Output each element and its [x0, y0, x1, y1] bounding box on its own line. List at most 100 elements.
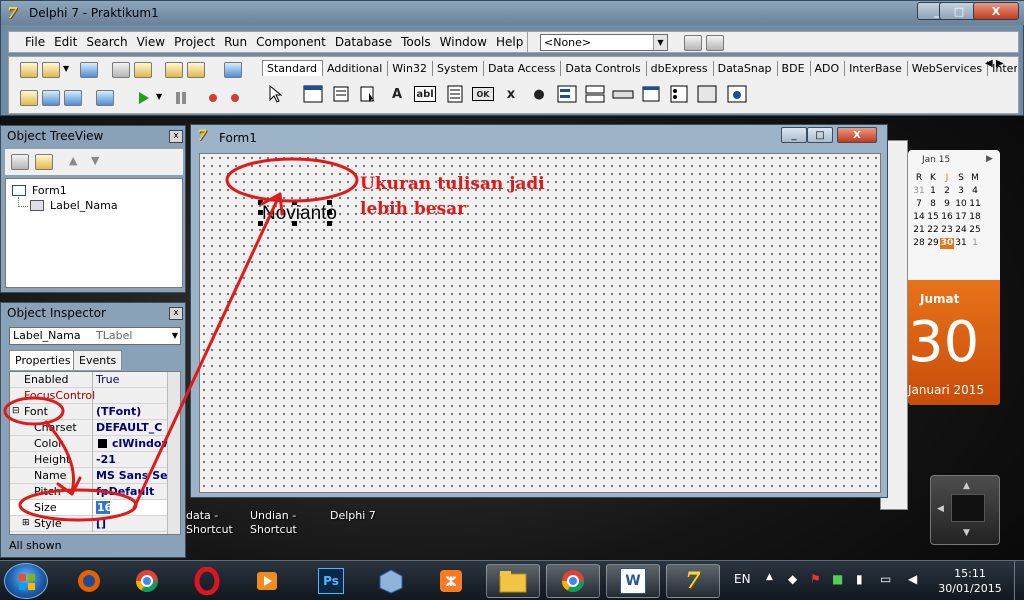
chevron-down-icon[interactable]: ▼ — [63, 64, 69, 73]
calendar-day[interactable]: 18 — [968, 212, 982, 223]
property-value[interactable]: clWindow — [112, 437, 168, 450]
menu-component[interactable]: Component — [256, 35, 326, 49]
chevron-down-icon[interactable]: ▼ — [653, 35, 667, 50]
start-button[interactable] — [4, 563, 48, 599]
tab-win32[interactable]: Win32 — [388, 61, 433, 76]
property-value[interactable]: MS Sans Se — [96, 469, 168, 482]
tab-properties[interactable]: Properties — [9, 350, 77, 370]
virtualbox-icon[interactable] — [364, 564, 418, 598]
new-form-icon[interactable] — [96, 90, 114, 106]
menu-window[interactable]: Window — [440, 35, 487, 49]
trace-into-icon[interactable] — [204, 90, 222, 106]
pause-icon[interactable] — [172, 90, 190, 106]
tab-standard[interactable]: Standard — [262, 60, 324, 76]
tab-data-controls[interactable]: Data Controls — [561, 61, 647, 76]
step-over-icon[interactable] — [226, 90, 244, 106]
main-menu-icon[interactable] — [330, 83, 352, 105]
calendar-day[interactable]: 29 — [926, 238, 940, 249]
listbox-component-icon[interactable] — [556, 83, 578, 105]
tab-data-access[interactable]: Data Access — [484, 61, 562, 76]
chevron-down-icon[interactable]: ▼ — [963, 528, 970, 538]
object-selector[interactable]: Label_Nama TLabel ▼ — [9, 327, 181, 345]
calendar-day[interactable]: 22 — [926, 225, 940, 236]
panel-component-icon[interactable] — [696, 83, 718, 105]
tab-webservices[interactable]: WebServices — [908, 61, 989, 76]
selection-handle[interactable] — [327, 200, 332, 205]
chrome-icon[interactable] — [546, 564, 600, 598]
palette-scroll-arrows[interactable]: ◀ ▶ — [985, 58, 1004, 69]
open-icon[interactable] — [42, 62, 60, 78]
chevron-right-icon[interactable]: ▶ — [986, 154, 993, 164]
selection-handle[interactable] — [258, 221, 263, 226]
edit-component-icon[interactable]: abl — [414, 86, 436, 102]
chevron-down-icon[interactable]: ▼ — [156, 92, 162, 101]
file-explorer-icon[interactable] — [486, 564, 540, 598]
tab-bde[interactable]: BDE — [778, 61, 811, 76]
add-file-icon[interactable] — [165, 62, 183, 78]
button-component-icon[interactable]: OK — [472, 87, 494, 101]
calendar-day[interactable]: 8 — [926, 199, 940, 210]
menu-search[interactable]: Search — [86, 35, 127, 49]
calendar-day[interactable]: 7 — [912, 199, 926, 210]
property-row[interactable]: FocusControl — [10, 388, 168, 404]
calendar-day[interactable]: 21 — [912, 225, 926, 236]
view-unit-icon[interactable] — [20, 90, 38, 106]
calendar-day[interactable]: 9 — [940, 199, 954, 210]
actionlist-component-icon[interactable] — [726, 83, 748, 105]
view-form-icon[interactable] — [42, 90, 60, 106]
remove-file-icon[interactable] — [187, 62, 205, 78]
calendar-day-today[interactable]: 30 — [940, 238, 954, 249]
debug-desktop-icon[interactable] — [706, 35, 724, 51]
property-value[interactable]: -21 — [96, 453, 168, 466]
property-value[interactable]: DEFAULT_C — [96, 421, 168, 434]
calendar-day[interactable]: 16 — [940, 212, 954, 223]
dropbox-icon[interactable]: ◆ — [788, 572, 797, 586]
chevron-down-icon[interactable]: ▼ — [172, 328, 178, 344]
property-row-selected[interactable]: Size 16 — [10, 500, 168, 516]
delete-item-icon[interactable] — [35, 154, 53, 170]
combobox-component-icon[interactable] — [584, 83, 606, 105]
selection-handle[interactable] — [327, 221, 332, 226]
desktop-layout-select[interactable]: <None> ▼ — [540, 34, 668, 51]
property-row[interactable]: Name MS Sans Se — [10, 468, 168, 484]
scrollbar-component-icon[interactable] — [612, 83, 634, 105]
title-bar[interactable]: 7 Delphi 7 - Praktikum1 _ □ X — [1, 1, 1024, 25]
opera-icon[interactable] — [180, 564, 234, 598]
form1-title-bar[interactable]: 7 Form1 _ □ X — [191, 125, 887, 149]
desktop-icon-label[interactable]: data - Shortcut — [186, 509, 233, 537]
chat-icon[interactable]: ■ — [832, 572, 843, 586]
language-indicator[interactable]: EN — [734, 572, 751, 586]
chevron-up-icon[interactable]: ▲ — [766, 572, 773, 582]
minimize-button[interactable]: _ — [781, 127, 807, 143]
expand-icon[interactable]: ⊞ — [22, 518, 30, 528]
property-row[interactable]: Enabled True — [10, 372, 168, 388]
close-icon[interactable]: x — [169, 307, 183, 320]
calendar-day[interactable]: 14 — [912, 212, 926, 223]
calendar-day[interactable]: 11 — [968, 199, 982, 210]
system-clock[interactable]: 15:11 30/01/2015 — [936, 566, 1004, 596]
label-component-icon[interactable]: A — [386, 83, 408, 105]
property-value[interactable]: fpDefault — [96, 485, 168, 498]
menu-run[interactable]: Run — [224, 35, 247, 49]
calendar-day[interactable]: 25 — [968, 225, 982, 236]
new-icon[interactable] — [20, 62, 38, 78]
label-nama[interactable]: Novianto — [262, 203, 337, 225]
tab-ado[interactable]: ADO — [811, 61, 846, 76]
show-desktop-button[interactable] — [1014, 561, 1024, 600]
volume-icon[interactable]: ◀ — [908, 572, 917, 586]
groupbox-component-icon[interactable] — [640, 83, 662, 105]
desktop-icon-label[interactable]: Undian - Shortcut — [250, 509, 297, 537]
media-player-icon[interactable] — [240, 564, 294, 598]
pointer-icon[interactable] — [264, 83, 286, 105]
maximize-button[interactable]: □ — [807, 127, 833, 143]
frames-icon[interactable] — [302, 83, 324, 105]
tab-datasnap[interactable]: DataSnap — [714, 61, 778, 76]
calendar-day[interactable]: 3 — [954, 186, 968, 197]
tree-node-form1[interactable]: Form1 — [32, 184, 67, 197]
property-row[interactable]: ⊞ Style [] — [10, 516, 168, 532]
property-value[interactable]: [] — [96, 517, 168, 530]
property-value[interactable]: True — [96, 373, 168, 386]
tab-dbexpress[interactable]: dbExpress — [647, 61, 714, 76]
calendar-day[interactable]: 24 — [954, 225, 968, 236]
word-icon[interactable]: W — [606, 564, 660, 598]
